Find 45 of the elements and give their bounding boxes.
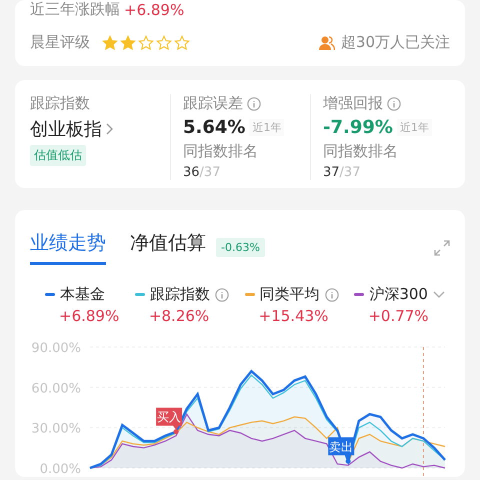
- period-tag: 近1年: [249, 119, 284, 136]
- expand-icon[interactable]: [434, 240, 450, 256]
- info-icon[interactable]: [214, 288, 229, 302]
- metric-label: 增强回报: [323, 94, 383, 113]
- summary-value: +6.89%: [124, 0, 184, 18]
- index-label: 跟踪指数: [30, 94, 91, 113]
- rank-value: 37/37: [323, 165, 362, 180]
- info-icon[interactable]: [387, 96, 401, 110]
- metric-value: -7.99%: [323, 117, 393, 138]
- metric-label: 跟踪误差: [183, 94, 243, 113]
- legend-value: +8.26%: [148, 307, 210, 325]
- estimate-badge: -0.63%: [216, 238, 265, 257]
- rank-label: 同指数排名: [323, 142, 399, 161]
- valuation-tag: 估值低估: [30, 145, 86, 166]
- metric-value: 5.64%: [183, 117, 246, 138]
- empty-star-icon: [174, 34, 190, 50]
- legend-value: +0.77%: [368, 307, 429, 325]
- summary-label: 近三年涨跌幅: [30, 0, 120, 19]
- period-tag: 近1年: [396, 119, 432, 136]
- info-icon[interactable]: [247, 96, 261, 110]
- axis-label: 0.00%: [40, 462, 81, 477]
- people-icon: [318, 34, 335, 50]
- index-link[interactable]: 创业板指: [30, 117, 102, 141]
- axis-label: 30.00%: [31, 422, 81, 437]
- filled-star-icon: [120, 34, 136, 50]
- chart-tab[interactable]: 业绩走势: [30, 230, 106, 265]
- legend-label[interactable]: 本基金: [60, 285, 105, 304]
- chevron-right-icon[interactable]: [106, 123, 114, 135]
- chevron-down-icon[interactable]: [432, 290, 445, 298]
- filled-star-icon: [102, 34, 118, 50]
- legend-label[interactable]: 跟踪指数: [150, 285, 210, 304]
- legend-value: +15.43%: [258, 307, 328, 325]
- chart-tab[interactable]: 净值估算: [130, 230, 206, 265]
- axis-label: 90.00%: [31, 341, 81, 356]
- legend-value: +6.89%: [59, 307, 120, 325]
- legend-label[interactable]: 沪深300: [369, 285, 428, 304]
- legend-label[interactable]: 同类平均: [260, 285, 320, 304]
- rank-label: 同指数排名: [183, 142, 259, 161]
- info-icon[interactable]: [324, 288, 339, 302]
- axis-label: 60.00%: [31, 381, 81, 396]
- empty-star-icon: [156, 34, 172, 50]
- followers-text: 超30万人已关注: [340, 33, 450, 52]
- empty-star-icon: [138, 34, 154, 50]
- rating-label: 晨星评级: [30, 33, 90, 52]
- rank-value: 36/37: [183, 165, 222, 180]
